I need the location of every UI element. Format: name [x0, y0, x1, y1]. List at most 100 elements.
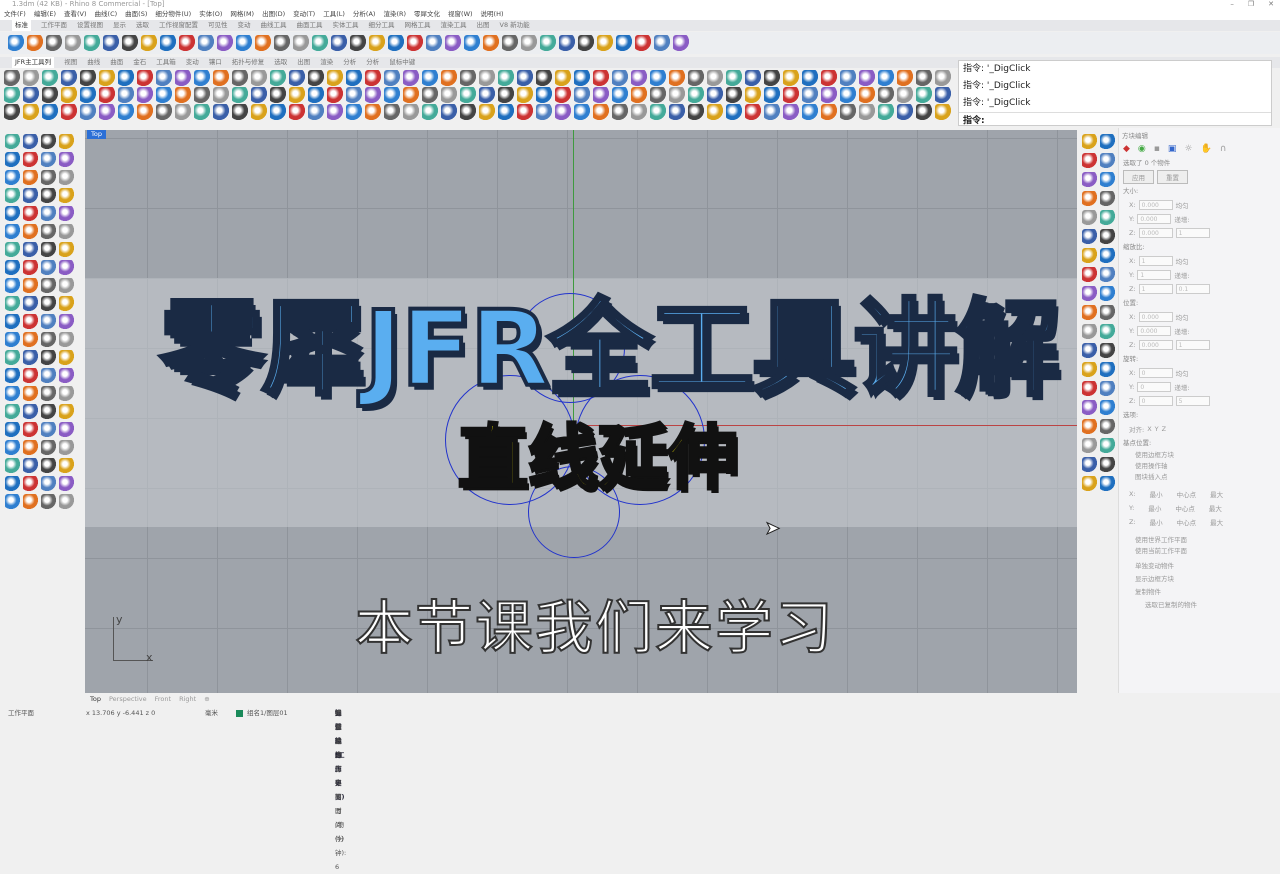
toolbar-icon[interactable] [593, 87, 609, 103]
toolbar-icon[interactable] [59, 404, 74, 419]
viewport-tab[interactable]: Perspective [109, 694, 147, 705]
toolbar-icon[interactable] [5, 278, 20, 293]
plane-radio[interactable]: 使用世界工作平面 [1119, 535, 1280, 546]
toolbar-icon[interactable] [194, 104, 210, 120]
toolbar-icon[interactable] [840, 87, 856, 103]
toolbar-icon[interactable] [1082, 172, 1097, 187]
toolbar-icon[interactable] [59, 494, 74, 509]
toolbar-icon[interactable] [1082, 438, 1097, 453]
toolbar-icon[interactable] [59, 278, 74, 293]
toolbar-icon[interactable] [42, 70, 58, 86]
toolbar-icon[interactable] [331, 35, 347, 51]
toolbar-icon[interactable] [61, 104, 77, 120]
close-button[interactable]: ✕ [1268, 0, 1274, 8]
toolbar-icon[interactable] [59, 224, 74, 239]
toolbar-icon[interactable] [41, 440, 56, 455]
toolbar-icon[interactable] [498, 104, 514, 120]
color-icon[interactable]: ◉ [1138, 144, 1146, 154]
toolbar-icon[interactable] [251, 104, 267, 120]
toolbar-icon[interactable] [840, 70, 856, 86]
toolbar-icon[interactable] [46, 35, 62, 51]
toolbar-icon[interactable] [23, 152, 38, 167]
toolbar-icon[interactable] [916, 104, 932, 120]
tab-9[interactable]: 曲面工具 [297, 20, 323, 31]
toolbar-icon[interactable] [1082, 229, 1097, 244]
toolbar-icon[interactable] [5, 422, 20, 437]
value-field[interactable]: 0 [1137, 382, 1172, 392]
step-field[interactable]: 1 [1175, 228, 1210, 238]
toolbar-icon[interactable] [160, 35, 176, 51]
toolbar-icon[interactable] [156, 70, 172, 86]
toolbar-icon[interactable] [5, 152, 20, 167]
align-y-radio[interactable]: Y [1155, 425, 1159, 433]
toolbar-icon[interactable] [327, 87, 343, 103]
toolbar-icon[interactable] [935, 87, 951, 103]
toolbar-icon[interactable] [99, 70, 115, 86]
toolbar-icon[interactable] [293, 35, 309, 51]
toolbar-icon[interactable] [59, 332, 74, 347]
toolbar-icon[interactable] [745, 104, 761, 120]
help-icon[interactable]: ∩ [1220, 144, 1227, 154]
toolbar-icon[interactable] [327, 70, 343, 86]
tab-15[interactable]: V8 新功能 [500, 20, 530, 31]
toolbar-icon[interactable] [1100, 286, 1115, 301]
toolbar-icon[interactable] [5, 368, 20, 383]
toolbar-icon[interactable] [23, 404, 38, 419]
menu-item[interactable]: 视窗(W) [448, 9, 473, 20]
toolbar-icon[interactable] [593, 104, 609, 120]
toolbar-icon[interactable] [308, 70, 324, 86]
anchor-radio[interactable]: 最大 [1209, 503, 1222, 513]
toolbar-icon[interactable] [118, 70, 134, 86]
jfr-tab-0[interactable]: JFR主工具列 [12, 57, 55, 68]
toolbar-icon[interactable] [8, 35, 24, 51]
toolbar-icon[interactable] [4, 104, 20, 120]
toolbar-icon[interactable] [536, 104, 552, 120]
toolbar-icon[interactable] [23, 314, 38, 329]
jfr-tab-8[interactable]: 拓扑与修复 [232, 57, 265, 68]
toolbar-icon[interactable] [59, 422, 74, 437]
toolbar-icon[interactable] [821, 70, 837, 86]
anchor-radio[interactable]: 中心点 [1175, 503, 1195, 513]
toolbar-icon[interactable] [80, 70, 96, 86]
toolbar-icon[interactable] [445, 35, 461, 51]
toolbar-icon[interactable] [783, 70, 799, 86]
toolbar-icon[interactable] [175, 70, 191, 86]
toolbar-icon[interactable] [194, 87, 210, 103]
toolbar-icon[interactable] [840, 104, 856, 120]
toolbar-icon[interactable] [745, 87, 761, 103]
toolbar-icon[interactable] [479, 70, 495, 86]
toolbar-icon[interactable] [156, 104, 172, 120]
toolbar-icon[interactable] [1082, 153, 1097, 168]
toolbar-icon[interactable] [41, 170, 56, 185]
anchor-radio[interactable]: 最大 [1210, 489, 1223, 499]
toolbar-icon[interactable] [460, 70, 476, 86]
toolbar-icon[interactable] [41, 458, 56, 473]
toolbar-icon[interactable] [4, 87, 20, 103]
units-status[interactable]: 毫米 [205, 706, 218, 720]
toolbar-icon[interactable] [59, 350, 74, 365]
toolbar-icon[interactable] [118, 87, 134, 103]
toolbar-icon[interactable] [179, 35, 195, 51]
toolbar-icon[interactable] [308, 87, 324, 103]
toolbar-icon[interactable] [312, 35, 328, 51]
toolbar-icon[interactable] [403, 104, 419, 120]
align-x-radio[interactable]: X [1147, 425, 1151, 433]
toolbar-icon[interactable] [521, 35, 537, 51]
menu-item[interactable]: 变动(T) [293, 9, 315, 20]
value-field[interactable]: 0.000 [1138, 312, 1173, 322]
menu-item[interactable]: 细分物件(U) [155, 9, 191, 20]
command-input[interactable]: 指令: [959, 112, 1271, 129]
jfr-tab-10[interactable]: 出图 [297, 57, 310, 68]
toolbar-icon[interactable] [1100, 134, 1115, 149]
toolbar-icon[interactable] [308, 104, 324, 120]
step-field[interactable]: 1 [1175, 340, 1210, 350]
toolbar-icon[interactable] [137, 70, 153, 86]
tab-5[interactable]: 工作视窗配置 [159, 20, 198, 31]
jfr-tab-5[interactable]: 工具箱 [156, 57, 176, 68]
toolbar-icon[interactable] [764, 87, 780, 103]
jfr-tab-13[interactable]: 分析 [366, 57, 379, 68]
toolbar-icon[interactable] [707, 70, 723, 86]
toolbar-icon[interactable] [540, 35, 556, 51]
display-icon[interactable]: ▪ [1154, 144, 1160, 154]
toolbar-icon[interactable] [635, 35, 651, 51]
